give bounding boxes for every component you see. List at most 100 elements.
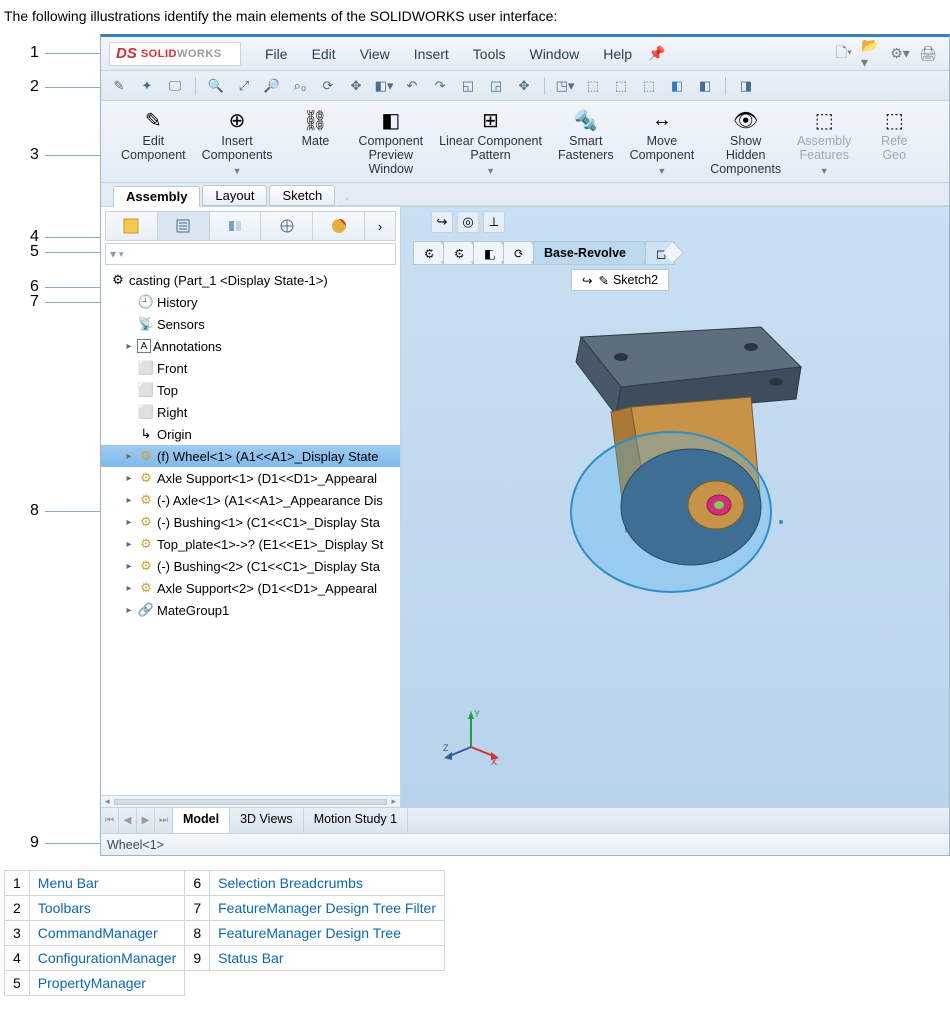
pm-tab-dimxpert[interactable] — [261, 212, 313, 240]
tree-scrollbar[interactable]: ◂▸ — [101, 795, 400, 807]
bcrumb-4[interactable]: ⟳ — [503, 241, 533, 265]
expand-icon[interactable]: ▸ — [123, 473, 135, 484]
tree-item[interactable]: ▸⚙(-) Bushing<1> (C1<<C1>_Display Sta — [101, 511, 400, 533]
expand-icon[interactable]: ▸ — [123, 451, 135, 462]
btab-model[interactable]: Model — [173, 808, 230, 833]
logo[interactable]: DS SOLIDWORKS — [109, 42, 241, 66]
ctx-target-icon[interactable]: ◎ — [457, 211, 479, 233]
graphics-area[interactable]: ↪ ◎ ⟂ ⚙ ⚙ ◧ ⟳ Base-Revolve ◻ ↪ ✎ Sketch2 — [401, 207, 949, 807]
tree-item[interactable]: ▸⚙(-) Axle<1> (A1<<A1>_Appearance Dis — [101, 489, 400, 511]
cmd-show[interactable]: 👁ShowHiddenComponents — [702, 105, 789, 178]
cmd-mate[interactable]: ⛓Mate — [281, 105, 351, 151]
tb-display-icon[interactable]: 🖵 — [165, 76, 185, 96]
tb-view5-icon[interactable]: ◧ — [667, 76, 687, 96]
bcrumb-1[interactable]: ⚙ — [413, 241, 443, 265]
tree-item[interactable]: ⬜Top — [101, 379, 400, 401]
first-icon[interactable]: ⏮ — [101, 808, 119, 833]
legend-link[interactable]: CommandManager — [38, 925, 158, 941]
bcrumb-feature[interactable]: Base-Revolve — [533, 241, 645, 265]
tb-pan-icon[interactable]: ✥ — [346, 76, 366, 96]
legend-link[interactable]: ConfigurationManager — [38, 950, 177, 966]
cmd-edit[interactable]: ✎EditComponent — [113, 105, 194, 165]
tree-item[interactable]: ▸⚙(-) Bushing<2> (C1<<C1>_Display Sta — [101, 555, 400, 577]
dropdown-icon[interactable]: ▼ — [820, 166, 829, 176]
expand-icon[interactable]: ▸ — [123, 495, 135, 506]
tree-item[interactable]: ▸⚙Axle Support<1> (D1<<D1>_Appearal — [101, 467, 400, 489]
tb-grab1-icon[interactable]: ◱ — [458, 76, 478, 96]
open-doc-icon[interactable]: 📂▾ — [861, 44, 883, 64]
tb-view6-icon[interactable]: ◧ — [695, 76, 715, 96]
menu-tools[interactable]: Tools — [463, 42, 516, 66]
btab-3dviews[interactable]: 3D Views — [230, 808, 304, 833]
cm-tab-layout[interactable]: Layout — [202, 185, 267, 206]
expand-icon[interactable]: ▸ — [123, 341, 135, 352]
legend-link[interactable]: FeatureManager Design Tree Filter — [218, 900, 436, 916]
tb-view1-icon[interactable]: ◳▾ — [555, 76, 575, 96]
tree-item[interactable]: ▸⚙(f) Wheel<1> (A1<<A1>_Display State — [101, 445, 400, 467]
cmd-smart[interactable]: 🔩SmartFasteners — [550, 105, 622, 165]
pm-tab-more-icon[interactable]: › — [365, 212, 395, 240]
legend-link[interactable]: Toolbars — [38, 900, 91, 916]
tree-item[interactable]: ⬜Front — [101, 357, 400, 379]
menu-window[interactable]: Window — [519, 42, 589, 66]
tree-item[interactable]: ▸⚙Top_plate<1>->? (E1<<E1>_Display St — [101, 533, 400, 555]
legend-link[interactable]: FeatureManager Design Tree — [218, 925, 401, 941]
ctx-measure-icon[interactable]: ⟂ — [483, 211, 505, 233]
tb-zoom-icon[interactable]: 🔍 — [206, 76, 226, 96]
ctx-icon-1[interactable]: ↪ — [431, 211, 453, 233]
gear-icon[interactable]: ⚙▾ — [889, 44, 911, 64]
tb-tool1-icon[interactable]: ✦ — [137, 76, 157, 96]
cmd-move[interactable]: ↔MoveComponent▼ — [622, 105, 703, 178]
tb-view7-icon[interactable]: ◨ — [736, 76, 756, 96]
dropdown-icon[interactable]: ▼ — [486, 166, 495, 176]
pm-tab-feature-tree[interactable] — [106, 212, 158, 240]
dropdown-icon[interactable]: ▼ — [657, 166, 666, 176]
legend-link[interactable]: Status Bar — [218, 950, 283, 966]
cmd-insert[interactable]: ⊕InsertComponents▼ — [194, 105, 281, 178]
pin-icon[interactable]: 📌 — [648, 45, 665, 62]
dropdown-icon[interactable]: ▼ — [233, 166, 242, 176]
cmd-component[interactable]: ◧ComponentPreviewWindow — [351, 105, 432, 178]
pm-tab-configuration-manager[interactable] — [210, 212, 262, 240]
bcrumb-end[interactable]: ◻ — [645, 241, 675, 265]
tb-zoomfit-icon[interactable]: ⤢ — [234, 76, 254, 96]
tree-item[interactable]: 🕘History — [101, 291, 400, 313]
bcrumb-3[interactable]: ◧ — [473, 241, 503, 265]
tb-rotate-icon[interactable]: ⟳ — [318, 76, 338, 96]
menu-help[interactable]: Help — [593, 42, 642, 66]
tb-prev-icon[interactable]: ↶ — [402, 76, 422, 96]
cm-overflow-icon[interactable]: ◦ — [337, 194, 357, 205]
pm-tab-render[interactable] — [313, 212, 365, 240]
bcrumb-child[interactable]: ↪ ✎ Sketch2 — [571, 269, 669, 291]
tree-item[interactable]: 📡Sensors — [101, 313, 400, 335]
tb-view4-icon[interactable]: ⬚ — [639, 76, 659, 96]
bcrumb-2[interactable]: ⚙ — [443, 241, 473, 265]
pm-tab-property-manager[interactable] — [158, 212, 210, 240]
print-icon[interactable]: 🖨 — [917, 44, 939, 64]
tb-view2-icon[interactable]: ⬚ — [583, 76, 603, 96]
expand-icon[interactable]: ▸ — [123, 561, 135, 572]
menu-insert[interactable]: Insert — [404, 42, 459, 66]
view-triad[interactable]: Y X Z — [441, 707, 501, 767]
tree-item[interactable]: ▸AAnnotations — [101, 335, 400, 357]
prev-icon[interactable]: ◀ — [119, 808, 137, 833]
next-icon[interactable]: ▶ — [137, 808, 155, 833]
tb-zoomarea-icon[interactable]: 🔎 — [262, 76, 282, 96]
expand-icon[interactable]: ▸ — [123, 605, 135, 616]
legend-link[interactable]: PropertyManager — [38, 975, 146, 991]
menu-view[interactable]: View — [350, 42, 400, 66]
tree-item[interactable]: ⬜Right — [101, 401, 400, 423]
new-doc-icon[interactable]: 🗋▾ — [833, 44, 855, 64]
expand-icon[interactable]: ▸ — [123, 583, 135, 594]
tb-grab2-icon[interactable]: ◲ — [486, 76, 506, 96]
tree-item[interactable]: ▸🔗MateGroup1 — [101, 599, 400, 621]
cmd-assembly[interactable]: ⬚AssemblyFeatures▼ — [789, 105, 859, 178]
cmd-linear-component[interactable]: ⊞Linear ComponentPattern▼ — [431, 105, 550, 178]
tb-view3-icon[interactable]: ⬚ — [611, 76, 631, 96]
legend-link[interactable]: Selection Breadcrumbs — [218, 875, 363, 891]
menu-edit[interactable]: Edit — [302, 42, 346, 66]
tree-root[interactable]: ⚙ casting (Part_1 <Display State-1>) — [101, 269, 400, 291]
tb-next-icon[interactable]: ↷ — [430, 76, 450, 96]
btab-motion[interactable]: Motion Study 1 — [304, 808, 408, 833]
menu-file[interactable]: File — [255, 42, 298, 66]
